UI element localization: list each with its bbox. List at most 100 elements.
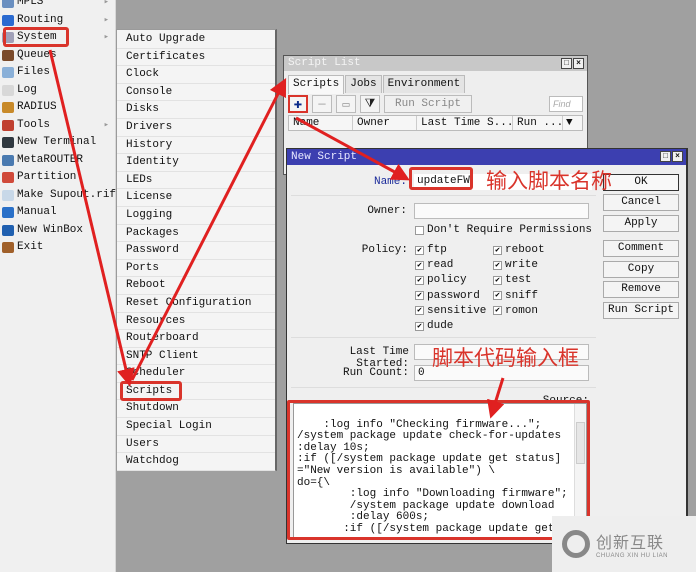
menu-item-label: Partition: [17, 171, 77, 183]
log-icon: [2, 84, 14, 96]
column-name[interactable]: Name: [289, 116, 353, 130]
remove-icon[interactable]: —: [312, 95, 332, 113]
menu-item-make-supout-rif[interactable]: Make Supout.rif: [0, 187, 116, 205]
menu-item-mpls[interactable]: MPLS ▸: [0, 0, 115, 12]
highlight-system: [3, 27, 69, 47]
policy-sniff-checkbox[interactable]: ✔ sniff: [493, 290, 538, 302]
submenu-item-users[interactable]: Users: [117, 436, 275, 454]
add-icon[interactable]: ✚: [288, 95, 308, 113]
policy-dude-checkbox[interactable]: ✔ dude: [415, 320, 453, 332]
checkmark-icon: ✔: [493, 245, 502, 255]
copy-button[interactable]: Copy: [603, 261, 679, 278]
filter-icon[interactable]: ⧩: [360, 95, 380, 113]
remove-button[interactable]: Remove: [603, 281, 679, 298]
checkbox-icon: [415, 225, 424, 235]
submenu-item-license[interactable]: License: [117, 189, 275, 207]
menu-item-label: RADIUS: [17, 101, 57, 113]
comment-button[interactable]: Comment: [603, 240, 679, 257]
checkbox-label: Don't Require Permissions: [427, 224, 593, 236]
submenu-item-reboot[interactable]: Reboot: [117, 277, 275, 295]
menu-item-log[interactable]: Log: [0, 82, 115, 100]
script-list-titlebar[interactable]: Script List □ ×: [284, 56, 587, 71]
submenu-item-routerboard[interactable]: Routerboard: [117, 330, 275, 348]
highlight-scripts: [120, 381, 182, 401]
policy-ftp-checkbox[interactable]: ✔ ftp: [415, 244, 447, 256]
policy-label: test: [505, 274, 532, 287]
maximize-icon[interactable]: □: [660, 151, 671, 162]
metarouter-icon: [2, 154, 14, 166]
column-run-count[interactable]: Run ...: [513, 116, 563, 130]
ok-button[interactable]: OK: [603, 174, 679, 191]
submenu-item-packages[interactable]: Packages: [117, 225, 275, 243]
checkmark-icon: ✔: [415, 260, 424, 270]
tab-bar: Scripts Jobs Environment: [284, 71, 587, 94]
submenu-item-shutdown[interactable]: Shutdown: [117, 400, 275, 419]
menu-item-exit[interactable]: Exit: [0, 239, 115, 257]
column-menu-icon[interactable]: ▼: [563, 116, 579, 130]
submenu-item-sntp-client[interactable]: SNTP Client: [117, 348, 275, 366]
submenu-item-logging[interactable]: Logging: [117, 207, 275, 225]
submenu-item-reset-configuration[interactable]: Reset Configuration: [117, 295, 275, 313]
menu-item-files[interactable]: Files: [0, 64, 115, 82]
submenu-item-password[interactable]: Password: [117, 242, 275, 260]
menu-item-label: New Terminal: [17, 136, 97, 148]
checkmark-icon: ✔: [415, 275, 424, 285]
policy-password-checkbox[interactable]: ✔ password: [415, 290, 480, 302]
submenu-item-history[interactable]: History: [117, 137, 275, 155]
policy-policy-checkbox[interactable]: ✔ policy: [415, 274, 467, 286]
submenu-item-identity[interactable]: Identity: [117, 154, 275, 172]
apply-button[interactable]: Apply: [603, 215, 679, 232]
submenu-item-auto-upgrade[interactable]: Auto Upgrade: [117, 31, 275, 49]
policy-label: Policy:: [361, 244, 408, 256]
new-script-titlebar[interactable]: New Script □ ×: [287, 149, 686, 165]
submenu-item-console[interactable]: Console: [117, 84, 275, 102]
policy-test-checkbox[interactable]: ✔ test: [493, 274, 531, 286]
partition-icon: [2, 172, 14, 183]
run-script-button[interactable]: Run Script: [384, 95, 473, 113]
menu-item-radius[interactable]: RADIUS: [0, 99, 115, 117]
submenu-item-drivers[interactable]: Drivers: [117, 119, 275, 137]
submenu-item-watchdog[interactable]: Watchdog: [117, 453, 275, 471]
close-icon[interactable]: ×: [573, 58, 584, 69]
submenu-item-special-login[interactable]: Special Login: [117, 418, 275, 436]
submenu-item-certificates[interactable]: Certificates: [117, 49, 275, 67]
menu-item-label: New WinBox: [17, 223, 84, 236]
name-label: Name:: [373, 176, 407, 188]
owner-input[interactable]: [414, 203, 589, 219]
find-input[interactable]: Find: [549, 96, 583, 112]
tab-environment[interactable]: Environment: [382, 75, 466, 93]
maximize-icon[interactable]: □: [561, 58, 572, 69]
policy-sensitive-checkbox[interactable]: ✔ sensitive: [415, 305, 486, 317]
menu-item-new-terminal[interactable]: New Terminal: [0, 134, 115, 152]
menu-item-manual[interactable]: Manual: [0, 204, 115, 222]
cancel-button[interactable]: Cancel: [603, 194, 679, 211]
policy-reboot-checkbox[interactable]: ✔ reboot: [493, 244, 545, 256]
submenu-arrow-icon: ▸: [103, 0, 109, 7]
submenu-item-disks[interactable]: Disks: [117, 101, 275, 119]
menu-item-label: Queues: [17, 48, 57, 61]
policy-write-checkbox[interactable]: ✔ write: [493, 259, 538, 271]
menu-item-queues[interactable]: Queues: [0, 47, 115, 65]
submenu-item-leds[interactable]: LEDs: [117, 172, 275, 190]
column-last-time[interactable]: Last Time S...: [417, 116, 513, 130]
menu-item-metarouter[interactable]: MetaROUTER: [0, 152, 115, 170]
dont-require-permissions-checkbox[interactable]: Don't Require Permissions: [415, 224, 592, 236]
policy-romon-checkbox[interactable]: ✔ romon: [493, 305, 538, 317]
run-script-button[interactable]: Run Script: [603, 302, 679, 319]
close-icon[interactable]: ×: [672, 151, 683, 162]
menu-item-tools[interactable]: Tools ▸: [0, 117, 115, 135]
routing-icon: [2, 14, 14, 26]
menu-item-new-winbox[interactable]: New WinBox: [0, 222, 115, 240]
column-owner[interactable]: Owner: [353, 116, 417, 130]
submenu-item-ports[interactable]: Ports: [117, 260, 275, 278]
tab-jobs[interactable]: Jobs: [345, 75, 382, 93]
submenu-item-resources[interactable]: Resources: [117, 313, 275, 331]
watermark-cn: 创新互联: [596, 533, 665, 552]
policy-read-checkbox[interactable]: ✔ read: [415, 259, 453, 271]
column-header: Name Owner Last Time S... Run ... ▼: [288, 115, 583, 131]
menu-item-partition[interactable]: Partition: [0, 169, 115, 187]
tab-scripts[interactable]: Scripts: [288, 75, 345, 94]
comment-icon[interactable]: ▭: [336, 95, 356, 113]
submenu-item-clock[interactable]: Clock: [117, 66, 275, 84]
policy-label: reboot: [505, 244, 545, 256]
